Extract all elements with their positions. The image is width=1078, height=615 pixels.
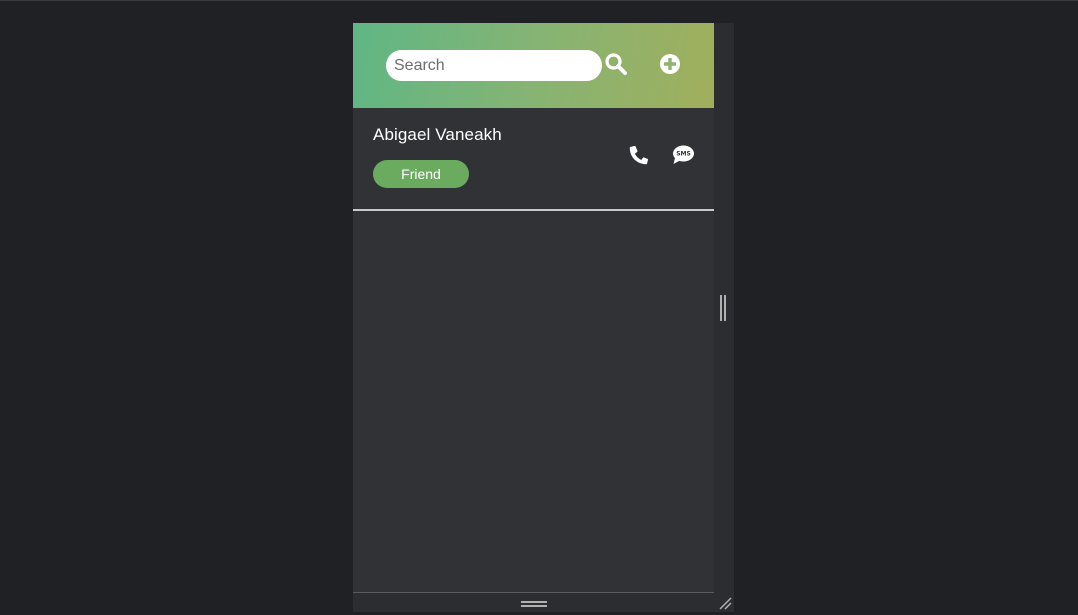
contact-tag-badge: Friend bbox=[373, 160, 469, 188]
sms-icon: SMS bbox=[673, 145, 694, 164]
top-border-line bbox=[0, 0, 1078, 1]
contact-list-empty-area bbox=[353, 211, 714, 592]
vertical-resize-handle[interactable] bbox=[521, 601, 547, 607]
call-button[interactable] bbox=[626, 142, 652, 168]
search-input[interactable] bbox=[386, 50, 602, 81]
resizable-frame: Abigael Vaneakh Friend SMS bbox=[353, 23, 734, 612]
svg-text:SMS: SMS bbox=[676, 151, 691, 158]
contacts-app: Abigael Vaneakh Friend SMS bbox=[353, 23, 714, 592]
horizontal-resize-handle[interactable] bbox=[720, 295, 726, 321]
bottom-resize-bar bbox=[353, 592, 714, 612]
resize-grip-icon bbox=[719, 597, 732, 610]
search-icon bbox=[605, 53, 627, 75]
corner-resize-handle[interactable] bbox=[718, 596, 732, 610]
search-header bbox=[353, 23, 714, 108]
search-button[interactable] bbox=[604, 52, 628, 76]
contact-list-item[interactable]: Abigael Vaneakh Friend SMS bbox=[353, 108, 714, 211]
plus-circle-icon bbox=[660, 54, 680, 74]
phone-icon bbox=[629, 145, 649, 165]
contact-name: Abigael Vaneakh bbox=[373, 125, 502, 144]
sms-button[interactable]: SMS bbox=[671, 143, 695, 167]
add-contact-button[interactable] bbox=[659, 53, 681, 75]
